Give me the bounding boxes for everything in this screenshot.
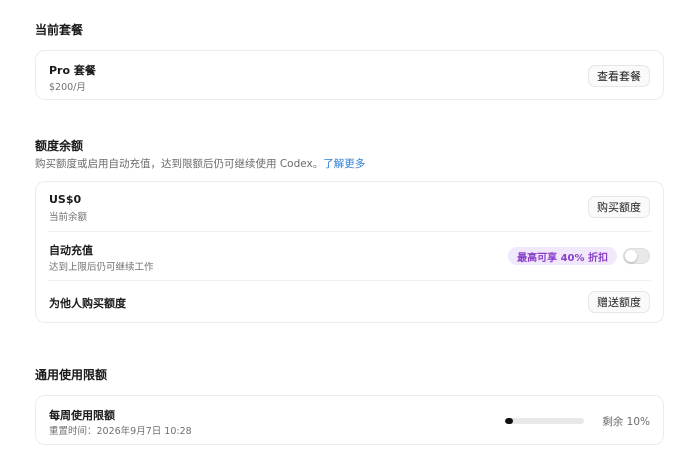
toggle-knob (625, 250, 637, 262)
auto-recharge-toggle[interactable] (623, 248, 650, 264)
credit-balance-description: 购买额度或启用自动充值，达到限额后仍可继续使用 Codex。了解更多 (35, 156, 365, 171)
usage-limits-title: 通用使用限额 (35, 368, 108, 382)
weekly-remaining-label: 剩余 10% (602, 416, 650, 428)
weekly-usage-progress (505, 418, 584, 424)
usage-limits-card: 每周使用限额 重置时间：2026年9月7日 10:28 剩余 10% (35, 395, 664, 445)
credit-description-text: 购买额度或启用自动充值，达到限额后仍可继续使用 Codex。 (35, 158, 324, 170)
current-plan-card: Pro 套餐 $200/月 查看套餐 (35, 50, 664, 100)
gift-title: 为他人购买额度 (49, 297, 126, 310)
weekly-usage-progress-fill (505, 418, 513, 424)
gift-credits-button[interactable]: 赠送额度 (588, 291, 650, 313)
buy-credits-button[interactable]: 购买额度 (588, 196, 650, 218)
discount-badge: 最高可享 40% 折扣 (508, 247, 617, 265)
plan-name: Pro 套餐 (49, 64, 96, 77)
balance-label: 当前余额 (49, 212, 88, 223)
auto-recharge-subtitle: 达到上限后仍可继续工作 (49, 262, 154, 273)
gift-row: 为他人购买额度 赠送额度 (36, 281, 663, 324)
plan-price: $200/月 (49, 82, 86, 93)
balance-row: US$0 当前余额 购买额度 (36, 182, 663, 231)
credit-balance-title: 额度余额 (35, 139, 84, 153)
view-plan-button[interactable]: 查看套餐 (588, 65, 650, 87)
weekly-reset-time: 重置时间：2026年9月7日 10:28 (49, 426, 192, 437)
weekly-limit-title: 每周使用限额 (49, 409, 115, 422)
balance-amount: US$0 (49, 193, 82, 206)
auto-recharge-title: 自动充值 (49, 244, 93, 257)
auto-recharge-row: 自动充值 达到上限后仍可继续工作 最高可享 40% 折扣 (36, 232, 663, 280)
current-plan-title: 当前套餐 (35, 23, 84, 37)
credit-card: US$0 当前余额 购买额度 自动充值 达到上限后仍可继续工作 最高可享 40%… (35, 181, 664, 323)
learn-more-link[interactable]: 了解更多 (323, 158, 365, 170)
